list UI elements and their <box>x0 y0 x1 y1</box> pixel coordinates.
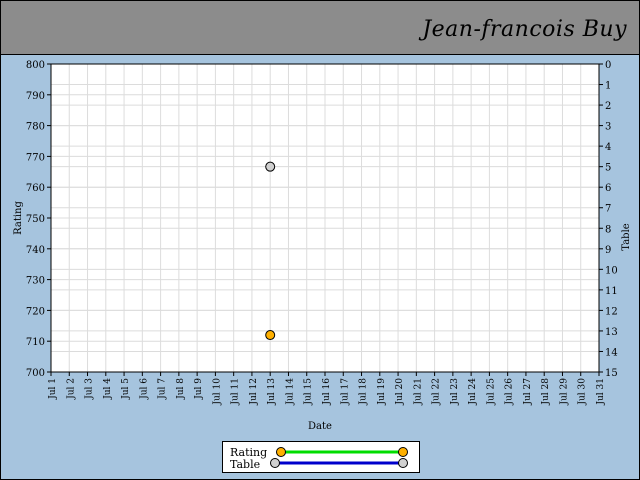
y-tick-label: 720 <box>26 306 45 317</box>
y2-tick-label: 1 <box>605 81 611 92</box>
y-tick-label: 790 <box>26 91 45 102</box>
x-tick-label: Jul 19 <box>377 378 387 406</box>
table-point <box>265 161 276 172</box>
x-tick-label: Jul 7 <box>158 378 168 400</box>
y2-tick-label: 12 <box>605 306 618 317</box>
y-tick-label: 750 <box>26 214 45 225</box>
y2-tick-label: 11 <box>605 286 618 297</box>
y2-tick-label: 13 <box>605 327 618 338</box>
x-tick-label: Jul 15 <box>304 378 314 406</box>
y2-tick-label: 6 <box>605 183 611 194</box>
x-tick-label: Jul 5 <box>121 378 131 400</box>
y-axis-title: Rating <box>13 201 24 235</box>
y2-tick-label: 14 <box>605 347 618 358</box>
y2-tick-label: 15 <box>605 368 618 379</box>
y2-tick-label: 9 <box>605 245 611 256</box>
x-tick-label: Jul 10 <box>212 378 222 406</box>
x-tick-label: Jul 11 <box>231 378 241 406</box>
legend: Rating Table <box>222 441 420 473</box>
y2-tick-label: 0 <box>605 60 611 71</box>
x-tick-label: Jul 17 <box>340 378 350 406</box>
y-tick-label: 700 <box>26 368 45 379</box>
x-tick-label: Jul 27 <box>523 378 533 406</box>
legend-marker-table-end <box>398 458 408 468</box>
legend-marker-table-start <box>270 458 280 468</box>
x-tick-label: Jul 14 <box>285 378 295 406</box>
x-tick-label: Jul 8 <box>176 378 186 400</box>
x-tick-label: Jul 3 <box>85 378 95 400</box>
legend-marker-rating-start <box>276 447 286 457</box>
legend-marker-rating-end <box>398 447 408 457</box>
chart-frame: Jean-francois Buy Jul 1 Jul 2 Jul 3 Jul 4 Ju… <box>0 0 640 480</box>
rating-point <box>265 330 276 341</box>
x-tick-label: Jul 25 <box>486 378 496 406</box>
x-tick-label: Jul 21 <box>413 378 423 406</box>
x-tick-label: Jul 2 <box>66 378 76 400</box>
legend-label-table: Table <box>230 458 260 471</box>
y2-tick-label: 3 <box>605 122 611 133</box>
x-tick-label: Jul 6 <box>139 378 149 400</box>
x-tick-label: Jul 26 <box>505 378 515 406</box>
rating-chart: Jul 1 Jul 2 Jul 3 Jul 4 Jul 5 Jul 6 Jul 7 Jul 8… <box>13 60 632 432</box>
y2-tick-label: 5 <box>605 163 611 174</box>
y-tick-label: 760 <box>26 183 45 194</box>
x-tick-label: Jul 23 <box>450 378 460 406</box>
y2-tick-label: 8 <box>605 224 611 235</box>
x-tick-label: Jul 29 <box>559 378 569 406</box>
y-tick-label: 740 <box>26 245 45 256</box>
x-tick-label: Jul 12 <box>249 378 259 406</box>
y-tick-label: 730 <box>26 276 45 287</box>
y2-axis-title: Table <box>621 223 632 250</box>
y2-tick-label: 4 <box>605 142 611 153</box>
y-tick-label: 710 <box>26 337 45 348</box>
x-tick-label: Jul 18 <box>359 378 369 406</box>
x-tick-label: Jul 30 <box>578 378 588 406</box>
x-tick-label: Jul 13 <box>267 378 277 406</box>
x-tick-label: Jul 9 <box>194 378 204 400</box>
x-tick-label: Jul 4 <box>103 378 113 400</box>
y-tick-label: 780 <box>26 122 45 133</box>
y2-tick-label: 10 <box>605 265 618 276</box>
x-tick-label: Jul 24 <box>468 378 478 406</box>
x-tick-label: Jul 28 <box>541 378 551 406</box>
x-tick-label: Jul 16 <box>322 378 332 406</box>
x-tick-label: Jul 22 <box>432 378 442 406</box>
y2-tick-label: 2 <box>605 101 611 112</box>
x-tick-label: Jul 31 <box>596 378 606 406</box>
y2-tick-label: 7 <box>605 204 611 215</box>
y-tick-label: 800 <box>26 60 45 71</box>
y-tick-label: 770 <box>26 152 45 163</box>
x-tick-label: Jul 1 <box>48 378 58 400</box>
x-tick-label: Jul 20 <box>395 378 405 406</box>
x-axis-title: Date <box>308 421 332 432</box>
